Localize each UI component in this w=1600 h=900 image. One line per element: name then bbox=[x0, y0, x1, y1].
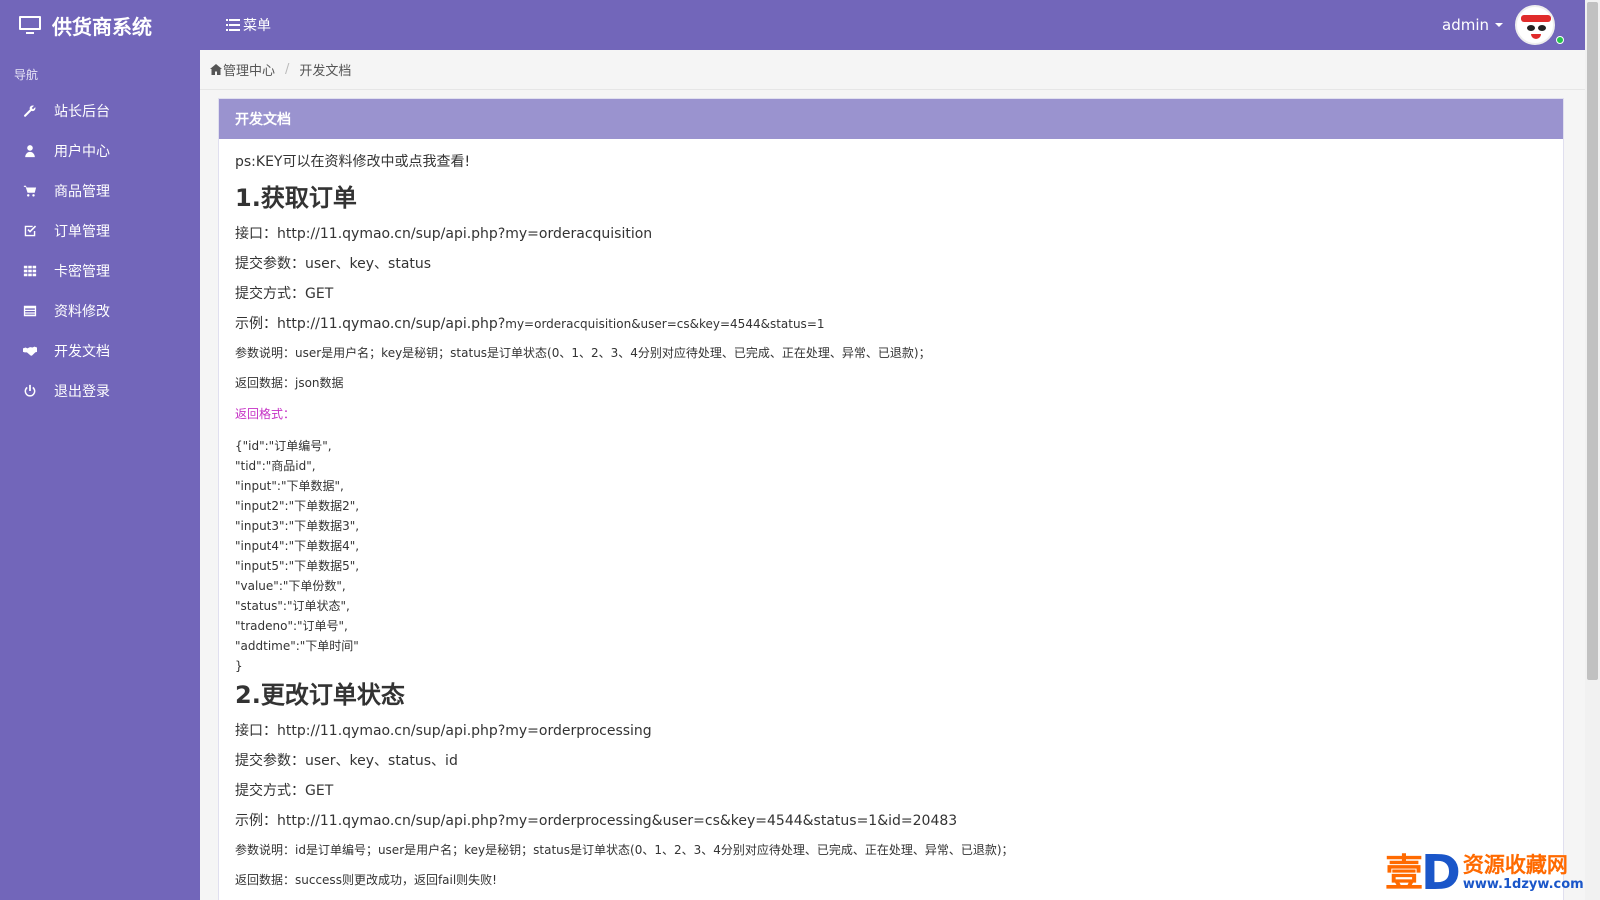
user-dropdown[interactable]: admin bbox=[1442, 5, 1555, 45]
watermark-mark: 壹 bbox=[1385, 851, 1424, 895]
json-line: } bbox=[235, 659, 243, 673]
sidebar-item-admin[interactable]: 站长后台 bbox=[0, 91, 200, 131]
cart-icon bbox=[22, 183, 38, 199]
check-square-icon bbox=[22, 223, 38, 239]
breadcrumb-home-label: 管理中心 bbox=[223, 64, 276, 79]
json-line: "input2":"下单数据2", bbox=[235, 499, 360, 513]
example-url-prefix: 示例：http://11.qymao.cn/sup/api.php? bbox=[235, 316, 506, 332]
sidebar: 供货商系统 导航 站长后台 用户中心 商品管理 订单管理 卡密管理 资料修改 开… bbox=[0, 0, 200, 900]
brand[interactable]: 供货商系统 bbox=[0, 0, 200, 50]
sidebar-item-orders[interactable]: 订单管理 bbox=[0, 211, 200, 251]
menu-toggle-button[interactable]: 菜单 bbox=[226, 15, 271, 35]
sidebar-item-products[interactable]: 商品管理 bbox=[0, 171, 200, 211]
return-data: 返回数据：success则更改成功，返回fail则失败! bbox=[235, 873, 497, 887]
json-line: {"id":"订单编号", bbox=[235, 439, 332, 453]
sidebar-item-cards[interactable]: 卡密管理 bbox=[0, 251, 200, 291]
example-url: 示例：http://11.qymao.cn/sup/api.php?my=ord… bbox=[235, 315, 1547, 333]
nav-header: 导航 bbox=[14, 68, 39, 82]
caret-down-icon bbox=[1495, 23, 1503, 27]
json-line: "input3":"下单数据3", bbox=[235, 519, 360, 533]
param-description: 参数说明：user是用户名；key是秘钥；status是订单状态(0、1、2、3… bbox=[235, 346, 931, 360]
scrollbar-thumb[interactable] bbox=[1587, 2, 1598, 680]
watermark-logo: 壹 D 资源收藏网 www.1dzyw.com bbox=[1385, 846, 1600, 900]
section-heading-2: 2.更改订单状态 bbox=[235, 681, 405, 709]
sidebar-item-label: 站长后台 bbox=[54, 104, 110, 120]
return-data: 返回数据：json数据 bbox=[235, 376, 344, 390]
section-heading-1: 1.获取订单 bbox=[235, 184, 357, 212]
panel-body: ps:KEY可以在资料修改中或点我查看! 1.获取订单 接口：http://11… bbox=[219, 139, 1563, 900]
sidebar-item-logout[interactable]: 退出登录 bbox=[0, 371, 200, 411]
sidebar-item-label: 商品管理 bbox=[54, 184, 110, 200]
sidebar-item-label: 开发文档 bbox=[54, 344, 110, 360]
sidebar-item-label: 退出登录 bbox=[54, 384, 110, 400]
brand-title: 供货商系统 bbox=[52, 14, 152, 39]
page-scrollbar[interactable] bbox=[1585, 0, 1600, 900]
breadcrumb-separator: / bbox=[285, 62, 290, 77]
grid-icon bbox=[22, 263, 38, 279]
breadcrumb: 管理中心 / 开发文档 bbox=[200, 50, 1585, 90]
avatar[interactable] bbox=[1515, 5, 1555, 45]
panel-title: 开发文档 bbox=[219, 99, 1563, 139]
return-format-label: 返回格式： bbox=[235, 407, 296, 421]
breadcrumb-home[interactable]: 管理中心 bbox=[210, 60, 275, 79]
api-endpoint: 接口：http://11.qymao.cn/sup/api.php?my=ord… bbox=[235, 226, 653, 242]
submit-method: 提交方式：GET bbox=[235, 286, 334, 302]
docs-panel: 开发文档 ps:KEY可以在资料修改中或点我查看! 1.获取订单 接口：http… bbox=[218, 98, 1564, 900]
monitor-icon bbox=[19, 16, 41, 34]
sidebar-item-profile[interactable]: 资料修改 bbox=[0, 291, 200, 331]
param-description: 参数说明：id是订单编号；user是用户名；key是秘钥；status是订单状态… bbox=[235, 843, 1014, 857]
json-line: "tid":"商品id", bbox=[235, 459, 316, 473]
menu-icon bbox=[226, 19, 240, 31]
home-icon bbox=[210, 64, 222, 75]
handshake-icon bbox=[22, 343, 38, 359]
sidebar-item-label: 资料修改 bbox=[54, 304, 110, 320]
example-url-suffix: my=orderacquisition&user=cs&key=4544&sta… bbox=[505, 317, 825, 331]
watermark-letter: D bbox=[1421, 845, 1461, 900]
top-navbar: 菜单 admin bbox=[200, 0, 1585, 50]
json-line: "addtime":"下单时间" bbox=[235, 639, 359, 653]
submit-method: 提交方式：GET bbox=[235, 783, 334, 799]
breadcrumb-current: 开发文档 bbox=[299, 64, 352, 79]
online-status-dot bbox=[1556, 36, 1564, 44]
ps-note[interactable]: ps:KEY可以在资料修改中或点我查看! bbox=[235, 153, 1547, 171]
submit-params: 提交参数：user、key、status bbox=[235, 256, 432, 272]
json-line: "tradeno":"订单号", bbox=[235, 619, 348, 633]
wrench-icon bbox=[22, 103, 38, 119]
sidebar-item-dev-docs[interactable]: 开发文档 bbox=[0, 331, 200, 371]
watermark-url: www.1dzyw.com bbox=[1462, 877, 1584, 892]
watermark-text: 资源收藏网 www.1dzyw.com bbox=[1463, 853, 1584, 893]
list-icon bbox=[22, 303, 38, 319]
user-name: admin bbox=[1442, 16, 1489, 34]
sidebar-item-label: 卡密管理 bbox=[54, 264, 110, 280]
json-line: "value":"下单份数", bbox=[235, 579, 346, 593]
api-endpoint: 接口：http://11.qymao.cn/sup/api.php?my=ord… bbox=[235, 723, 652, 739]
json-line: "status":"订单状态", bbox=[235, 599, 350, 613]
example-url: 示例：http://11.qymao.cn/sup/api.php?my=ord… bbox=[235, 813, 958, 829]
sidebar-item-user-center[interactable]: 用户中心 bbox=[0, 131, 200, 171]
json-line: "input4":"下单数据4", bbox=[235, 539, 360, 553]
menu-label: 菜单 bbox=[243, 18, 271, 34]
sidebar-item-label: 用户中心 bbox=[54, 144, 110, 160]
json-line: "input":"下单数据", bbox=[235, 479, 344, 493]
power-icon bbox=[22, 383, 38, 399]
submit-params: 提交参数：user、key、status、id bbox=[235, 753, 458, 769]
watermark-title: 资源收藏网 bbox=[1462, 853, 1568, 877]
sidebar-item-label: 订单管理 bbox=[54, 224, 110, 240]
json-line: "input5":"下单数据5", bbox=[235, 559, 360, 573]
json-example: {"id":"订单编号", "tid":"商品id", "input":"下单数… bbox=[235, 436, 1547, 676]
user-icon bbox=[22, 143, 38, 159]
